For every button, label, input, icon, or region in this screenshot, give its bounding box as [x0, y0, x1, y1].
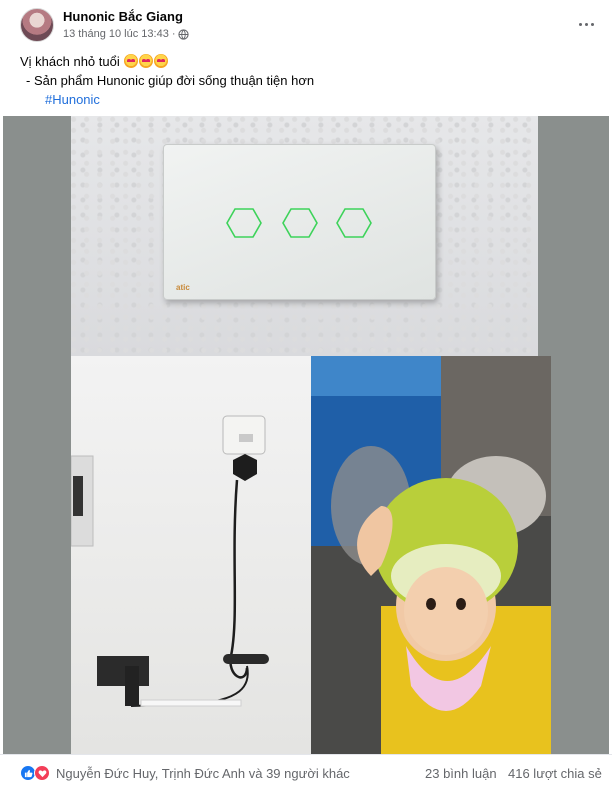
smart-plug-scene-icon	[71, 415, 269, 707]
more-options-button[interactable]	[572, 12, 600, 36]
switch-button-icon	[282, 208, 318, 238]
globe-icon	[178, 28, 190, 40]
caption-line-2: - Sản phẩm Hunonic giúp đời sống thuận t…	[26, 73, 315, 88]
switch-button-icon	[336, 208, 372, 238]
hashtag-link[interactable]: #Hunonic	[20, 90, 600, 109]
photo-baby-with-pomelo-hat[interactable]	[311, 356, 551, 754]
shares-count-link[interactable]: 416 lượt chia sẻ	[508, 766, 602, 781]
photo-smart-plug[interactable]	[71, 356, 311, 754]
comments-count-link[interactable]: 23 bình luận	[425, 766, 497, 781]
switch-brand-logo: atic	[176, 283, 190, 292]
meta-separator: ·	[171, 28, 176, 40]
switch-button-icon	[226, 208, 262, 238]
more-dots-icon	[578, 22, 582, 26]
smiling-hearts-emoji-icon	[154, 54, 169, 68]
smiling-hearts-emoji-icon	[124, 54, 139, 68]
post-meta: 13 tháng 10 lúc 13:43 ·	[63, 28, 190, 40]
post-footer: Nguyễn Đức Huy, Trịnh Đức Anh và 39 ngườ…	[0, 754, 612, 789]
post-timestamp[interactable]: 13 tháng 10 lúc 13:43	[63, 28, 169, 40]
smart-switch-panel: atic	[163, 144, 436, 300]
post-caption: Vị khách nhỏ tuổi - Sản phẩm Hunonic giú…	[20, 52, 600, 109]
post-header: Hunonic Bắc Giang 13 tháng 10 lúc 13:43 …	[0, 0, 612, 50]
caption-line-1: Vị khách nhỏ tuổi	[20, 52, 600, 71]
reaction-icons[interactable]	[20, 765, 50, 781]
page-name-link[interactable]: Hunonic Bắc Giang	[63, 9, 183, 24]
reactors-summary[interactable]: Nguyễn Đức Huy, Trịnh Đức Anh và 39 ngườ…	[56, 766, 350, 781]
post-media-grid: atic	[3, 116, 609, 754]
avatar[interactable]	[20, 8, 54, 42]
love-icon	[34, 765, 50, 781]
photo-smart-switch[interactable]: atic	[71, 116, 538, 356]
baby-scene-icon	[311, 356, 551, 754]
smiling-hearts-emoji-icon	[139, 54, 154, 68]
